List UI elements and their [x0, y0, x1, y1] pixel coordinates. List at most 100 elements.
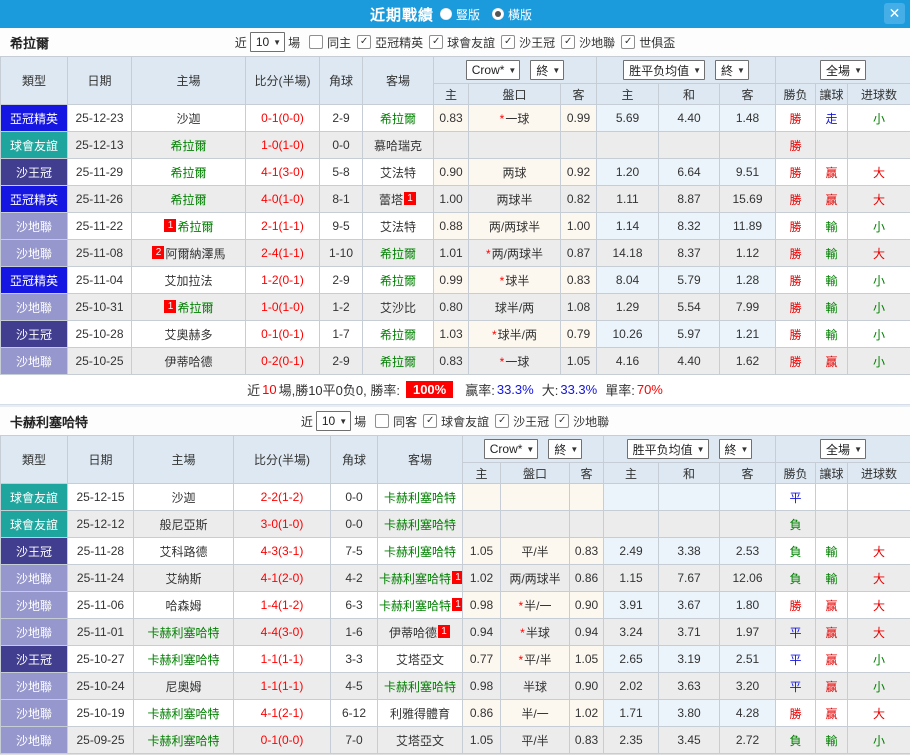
games-count-select[interactable]: 10▼: [316, 411, 351, 431]
league-filter-checkbox[interactable]: ✓: [555, 414, 569, 428]
games-count-select[interactable]: 10▼: [250, 32, 285, 52]
bookmaker-select[interactable]: Crow*▼: [484, 439, 539, 459]
match-row[interactable]: 沙地聯25-11-06哈森姆1-4(1-2)6-3卡赫利塞哈特10.98*半/一…: [1, 592, 910, 619]
match-row[interactable]: 球會友誼25-12-12般尼亞斯3-0(1-0)0-0卡赫利塞哈特負: [1, 511, 910, 538]
league-filter-checkbox[interactable]: ✓: [621, 35, 635, 49]
match-row[interactable]: 亞冠精英25-11-04艾加拉法1-2(0-1)2-9希拉爾0.99*球半0.8…: [1, 267, 910, 294]
league-filter-checkbox[interactable]: ✓: [495, 414, 509, 428]
match-row[interactable]: 亞冠精英25-12-23沙迦0-1(0-0)2-9希拉爾0.83*一球0.995…: [1, 105, 910, 132]
close-icon[interactable]: ✕: [884, 3, 905, 24]
final-avg-select[interactable]: 終▼: [715, 60, 749, 80]
score-cell: 2-4(1-1): [246, 240, 320, 267]
match-row[interactable]: 沙王冠25-11-28艾科路德4-3(3-1)7-5卡赫利塞哈特1.05平/半0…: [1, 538, 910, 565]
avg-win-odds: 2.02: [604, 673, 659, 700]
league-filter-label: 亞冠精英: [375, 34, 423, 51]
scope-select[interactable]: 全場▼: [820, 439, 866, 459]
goals-result-cell: 大: [848, 700, 910, 727]
avg-odds-select[interactable]: 胜平负均值▼: [627, 439, 709, 459]
match-row[interactable]: 沙地聯25-10-311希拉爾1-0(1-0)1-2艾沙比0.80球半/两1.0…: [1, 294, 910, 321]
goals-result-cell: [848, 132, 910, 159]
league-filter-checkbox[interactable]: ✓: [423, 414, 437, 428]
avg-loss-odds: 1.80: [720, 592, 776, 619]
col-let-ball: 讓球: [816, 84, 848, 105]
handicap-result-cell: 赢: [816, 592, 848, 619]
home-team-cell: 2阿爾納澤馬: [132, 240, 246, 267]
match-row[interactable]: 沙王冠25-11-29希拉爾4-1(3-0)5-8艾法特0.90两球0.921.…: [1, 159, 910, 186]
away-team-cell: 希拉爾: [363, 240, 434, 267]
match-row[interactable]: 沙地聯25-10-19卡赫利塞哈特4-1(2-1)6-12利雅得體育0.86半/…: [1, 700, 910, 727]
league-filter-checkbox[interactable]: ✓: [501, 35, 515, 49]
match-row[interactable]: 亞冠精英25-11-26希拉爾4-0(1-0)8-1蕾塔11.00两球半0.82…: [1, 186, 910, 213]
red-number-badge: 2: [152, 246, 164, 259]
horizontal-layout-radio[interactable]: [492, 8, 504, 20]
handicap-odds-home: 1.05: [463, 538, 501, 565]
avg-loss-odds: 1.28: [720, 267, 776, 294]
avg-win-odds: 3.91: [604, 592, 659, 619]
score-cell: 1-0(1-0): [246, 132, 320, 159]
handicap-odds-away: 0.90: [570, 673, 604, 700]
match-date: 25-10-19: [68, 700, 134, 727]
match-row[interactable]: 沙地聯25-10-25伊蒂哈德0-2(0-1)2-9希拉爾0.83*一球1.05…: [1, 348, 910, 375]
home-team-cell: 艾奧赫多: [132, 321, 246, 348]
match-row[interactable]: 沙王冠25-10-28艾奧赫多0-1(0-1)1-7希拉爾1.03*球半/两0.…: [1, 321, 910, 348]
league-filter-checkbox[interactable]: ✓: [561, 35, 575, 49]
home-team-name: 艾奧赫多: [164, 328, 212, 342]
red-number-badge: 1: [164, 300, 176, 313]
avg-win-odds: 8.04: [597, 267, 659, 294]
corners-cell: 6-3: [331, 592, 378, 619]
match-row[interactable]: 沙地聯25-11-082阿爾納澤馬2-4(1-1)1-10希拉爾1.01*两/两…: [1, 240, 910, 267]
final-avg-select[interactable]: 終▼: [719, 439, 753, 459]
vertical-layout-radio[interactable]: [440, 8, 452, 20]
home-team-name: 艾加拉法: [164, 274, 212, 288]
match-type-badge: 沙王冠: [1, 646, 68, 673]
goals-result-cell: [848, 511, 910, 538]
match-type-badge: 沙地聯: [1, 240, 68, 267]
score-cell: 1-2(0-1): [246, 267, 320, 294]
scope-select[interactable]: 全場▼: [820, 60, 866, 80]
avg-draw-odds: 6.64: [659, 159, 720, 186]
dropdown-arrow-icon: ▼: [737, 66, 745, 75]
match-row[interactable]: 球會友誼25-12-13希拉爾1-0(1-0)0-0慕哈瑞克勝: [1, 132, 910, 159]
away-team-cell: 艾法特: [363, 159, 434, 186]
handicap-result-cell: 赢: [816, 700, 848, 727]
away-team-name: 艾塔亞文: [396, 734, 444, 748]
match-row[interactable]: 沙地聯25-09-25卡赫利塞哈特0-1(0-0)7-0艾塔亞文1.05平/半0…: [1, 727, 910, 754]
league-filter-checkbox[interactable]: ✓: [357, 35, 371, 49]
goals-result-cell: 小: [848, 321, 910, 348]
col-type: 類型: [1, 57, 68, 105]
away-team-name: 艾沙比: [380, 301, 416, 315]
match-row[interactable]: 沙地聯25-11-221希拉爾2-1(1-1)9-5艾法特0.88两/两球半1.…: [1, 213, 910, 240]
summary-near: 近: [247, 380, 260, 399]
match-date: 25-12-15: [68, 484, 134, 511]
away-team-cell: 卡赫利塞哈特1: [378, 565, 463, 592]
avg-odds-select[interactable]: 胜平负均值▼: [623, 60, 705, 80]
final-odds-select[interactable]: 終▼: [530, 60, 564, 80]
summary-count: 10: [262, 382, 276, 397]
near-label: 近: [301, 413, 313, 430]
final-avg-select-value: 終: [725, 441, 737, 458]
handicap-line: *平/半: [501, 646, 570, 673]
away-team-name: 卡赫利塞哈特: [384, 680, 456, 694]
match-row[interactable]: 沙地聯25-11-24艾納斯4-1(2-0)4-2卡赫利塞哈特11.02两/两球…: [1, 565, 910, 592]
match-type-badge: 亞冠精英: [1, 186, 68, 213]
match-type-badge: 沙王冠: [1, 159, 68, 186]
handicap-odds-home: [463, 511, 501, 538]
match-date: 25-11-22: [68, 213, 132, 240]
match-date: 25-12-13: [68, 132, 132, 159]
matches-table-2: 類型 日期 主場 比分(半場) 角球 客場 Crow*▼ 終▼ 胜平负均: [0, 435, 910, 754]
team-name-title: 卡赫利塞哈特: [10, 412, 88, 431]
avg-draw-odds: 5.54: [659, 294, 720, 321]
match-row[interactable]: 沙地聯25-11-01卡赫利塞哈特4-4(3-0)1-6伊蒂哈德10.94*半球…: [1, 619, 910, 646]
final-odds-select[interactable]: 終▼: [548, 439, 582, 459]
near-label: 近: [235, 34, 247, 51]
same-side-checkbox[interactable]: [375, 414, 389, 428]
match-row[interactable]: 球會友誼25-12-15沙迦2-2(1-2)0-0卡赫利塞哈特平: [1, 484, 910, 511]
handicap-odds-away: 0.86: [570, 565, 604, 592]
bookmaker-select[interactable]: Crow*▼: [466, 60, 521, 80]
home-team-name: 卡赫利塞哈特: [147, 734, 219, 748]
handicap-line: 两球半: [469, 186, 561, 213]
same-side-checkbox[interactable]: [309, 35, 323, 49]
match-row[interactable]: 沙地聯25-10-24尼奧姆1-1(1-1)4-5卡赫利塞哈特0.98半球0.9…: [1, 673, 910, 700]
league-filter-checkbox[interactable]: ✓: [429, 35, 443, 49]
match-row[interactable]: 沙王冠25-10-27卡赫利塞哈特1-1(1-1)3-3艾塔亞文0.77*平/半…: [1, 646, 910, 673]
